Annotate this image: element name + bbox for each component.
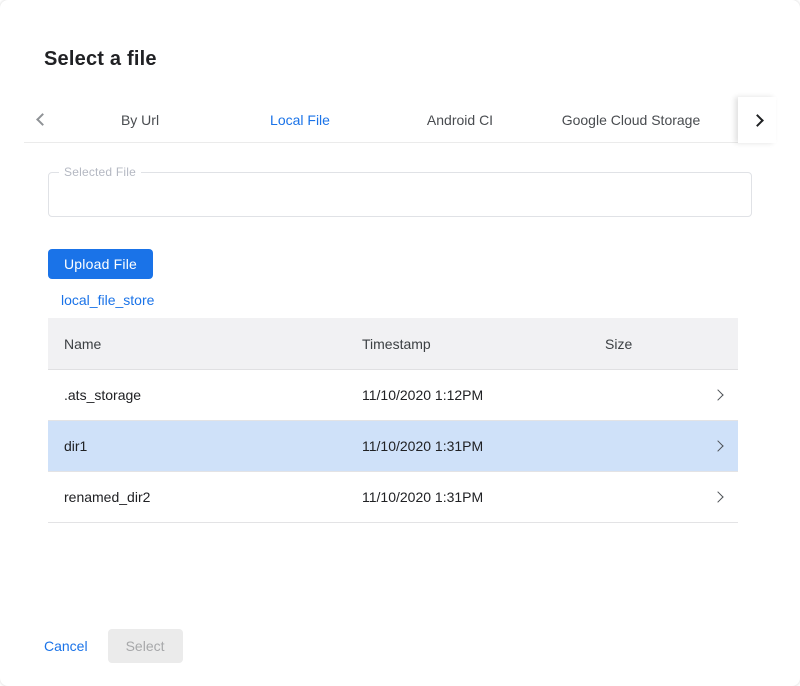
- upload-file-button[interactable]: Upload File: [48, 249, 153, 279]
- column-header-timestamp: Timestamp: [362, 336, 605, 352]
- table-row[interactable]: renamed_dir2 11/10/2020 1:31PM: [48, 472, 738, 523]
- dialog-title: Select a file: [44, 48, 157, 71]
- table-row[interactable]: .ats_storage 11/10/2020 1:12PM: [48, 370, 738, 421]
- tab-bar: By Url Local File Android CI Google Clou…: [24, 97, 776, 143]
- breadcrumb-local-file-store[interactable]: local_file_store: [61, 292, 154, 308]
- selected-file-field: Selected File: [48, 172, 752, 217]
- tab-google-cloud-storage[interactable]: Google Cloud Storage: [540, 97, 722, 143]
- select-button[interactable]: Select: [108, 629, 183, 663]
- chevron-right-icon: [712, 440, 723, 451]
- file-name: .ats_storage: [64, 387, 362, 403]
- chevron-right-icon: [751, 114, 764, 127]
- dialog-footer: Cancel Select: [44, 629, 183, 663]
- chevron-left-icon: [36, 113, 49, 126]
- column-header-name: Name: [64, 336, 362, 352]
- chevron-right-icon: [712, 491, 723, 502]
- column-header-size: Size: [605, 336, 698, 352]
- file-table: Name Timestamp Size .ats_storage 11/10/2…: [48, 318, 738, 523]
- cancel-button[interactable]: Cancel: [44, 632, 88, 660]
- tabs-scroll-left-button[interactable]: [24, 97, 60, 143]
- selected-file-label: Selected File: [59, 165, 141, 179]
- file-name: dir1: [64, 438, 362, 454]
- file-name: renamed_dir2: [64, 489, 362, 505]
- open-row-button[interactable]: [698, 442, 738, 450]
- open-row-button[interactable]: [698, 493, 738, 501]
- file-timestamp: 11/10/2020 1:12PM: [362, 387, 605, 403]
- file-timestamp: 11/10/2020 1:31PM: [362, 489, 605, 505]
- selected-file-input[interactable]: [49, 173, 751, 216]
- table-row-selected[interactable]: dir1 11/10/2020 1:31PM: [48, 421, 738, 472]
- table-header-row: Name Timestamp Size: [48, 318, 738, 370]
- chevron-right-icon: [712, 389, 723, 400]
- file-timestamp: 11/10/2020 1:31PM: [362, 438, 605, 454]
- open-row-button[interactable]: [698, 391, 738, 399]
- tab-android-ci[interactable]: Android CI: [380, 97, 540, 143]
- tabs-scroll-right-button[interactable]: [738, 97, 776, 143]
- tab-list: By Url Local File Android CI Google Clou…: [60, 97, 738, 143]
- tab-by-url[interactable]: By Url: [60, 97, 220, 143]
- select-file-dialog: Select a file By Url Local File Android …: [0, 0, 800, 686]
- tab-local-file[interactable]: Local File: [220, 97, 380, 143]
